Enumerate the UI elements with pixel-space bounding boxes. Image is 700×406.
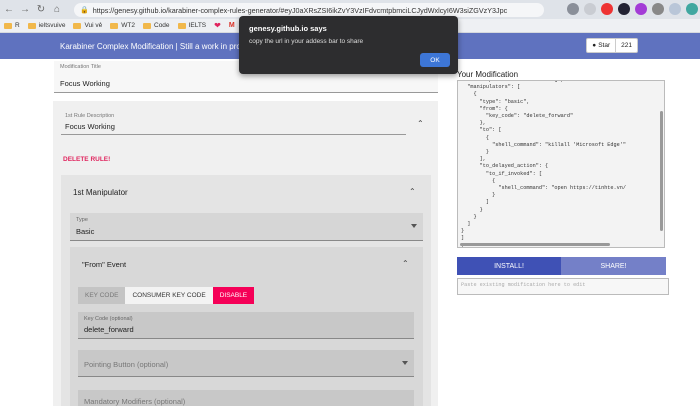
consumer-key-code-button[interactable]: CONSUMER KEY CODE xyxy=(125,287,213,304)
back-icon[interactable]: ← xyxy=(2,3,16,17)
home-icon[interactable]: ⌂ xyxy=(50,3,64,17)
output-panel: Your Modification "description": "Focus … xyxy=(450,59,700,406)
github-icon: ● xyxy=(592,42,597,49)
extension-teal-icon[interactable] xyxy=(686,3,698,15)
modification-title-value: Focus Working xyxy=(60,79,110,88)
manipulator-card: 1st Manipulator ⌃ Type Basic "From" Even… xyxy=(61,175,431,406)
pointing-button-select[interactable]: Pointing Button (optional) xyxy=(78,350,414,377)
folder-icon xyxy=(143,22,151,29)
bookmark-wt2[interactable]: WT2 xyxy=(110,22,135,29)
dropdown-arrow-icon xyxy=(411,224,417,228)
extensions-menu-icon[interactable] xyxy=(652,3,664,15)
chevron-up-icon[interactable]: ⌃ xyxy=(417,119,424,128)
dropdown-arrow-icon xyxy=(402,361,408,365)
bookmark-gmail[interactable]: M xyxy=(229,22,235,29)
rule-description-field[interactable]: 1st Rule Description Focus Working xyxy=(61,107,406,135)
paste-modification-input[interactable]: Paste existing modification here to edit xyxy=(457,278,669,295)
folder-icon xyxy=(177,22,186,29)
json-output[interactable]: "description": "Focus Working", "manipul… xyxy=(457,80,665,248)
dialog-title: genesy.github.io says xyxy=(249,24,327,33)
manipulator-title: 1st Manipulator xyxy=(73,188,128,197)
json-code: "description": "Focus Working", "manipul… xyxy=(461,80,626,247)
rule-description-value: Focus Working xyxy=(65,122,115,131)
vertical-scrollbar[interactable] xyxy=(660,111,663,231)
alert-dialog: genesy.github.io says copy the url in yo… xyxy=(239,16,458,74)
folder-icon xyxy=(110,22,119,29)
bookmark-ieltsvuive[interactable]: ieltsvuive xyxy=(27,22,65,29)
key-code-button[interactable]: KEY CODE xyxy=(78,287,126,304)
bookmark-code[interactable]: Code xyxy=(143,22,170,29)
horizontal-scrollbar[interactable] xyxy=(460,243,610,246)
disable-button[interactable]: DISABLE xyxy=(212,287,255,304)
rule-editor: Modification Title Focus Working 1st Rul… xyxy=(0,59,450,406)
folder-icon xyxy=(27,22,36,29)
heart-icon: ❤ xyxy=(214,21,221,30)
page-title: Karabiner Complex Modification | Still a… xyxy=(60,41,241,51)
rule-card: 1st Rule Description Focus Working ⌃ DEL… xyxy=(53,101,438,406)
reload-icon[interactable]: ↻ xyxy=(34,3,48,17)
chevron-up-icon[interactable]: ⌃ xyxy=(409,187,416,196)
address-bar[interactable]: 🔒 https://genesy.github.io/karabiner-com… xyxy=(74,3,544,17)
key-type-toggle: KEY CODE CONSUMER KEY CODE DISABLE xyxy=(78,287,255,304)
type-select[interactable]: Type Basic xyxy=(70,213,423,241)
extension-red-icon[interactable] xyxy=(601,3,613,15)
profile-avatar[interactable] xyxy=(669,3,681,15)
share-page-icon[interactable] xyxy=(567,3,579,15)
delete-rule-button[interactable]: DELETE RULE! xyxy=(63,156,110,163)
extension-si-icon[interactable] xyxy=(618,3,630,15)
lock-icon: 🔒 xyxy=(80,7,89,14)
app-header-right: ● Star 221 xyxy=(450,33,700,59)
bookmark-heart[interactable]: ❤ xyxy=(214,21,221,30)
folder-icon xyxy=(73,22,82,29)
star-count: 221 xyxy=(621,42,632,49)
github-star-button[interactable]: ● Star 221 xyxy=(586,38,638,53)
folder-icon xyxy=(4,22,12,29)
mandatory-modifiers-select[interactable]: Mandatory Modifiers (optional) xyxy=(78,390,414,406)
install-button[interactable]: INSTALL! xyxy=(457,257,561,275)
share-button[interactable]: SHARE! xyxy=(561,257,666,275)
from-event-title: "From" Event xyxy=(82,260,127,269)
bookmark-vui-ve[interactable]: Vui vẻ xyxy=(73,22,102,29)
key-code-field[interactable]: Key Code (optional) delete_forward xyxy=(78,312,414,339)
chevron-up-icon[interactable]: ⌃ xyxy=(402,259,409,268)
dialog-ok-button[interactable]: OK xyxy=(420,53,450,67)
dialog-message: copy the url in your addess bar to share xyxy=(249,38,364,45)
from-event-card: "From" Event ⌃ KEY CODE CONSUMER KEY COD… xyxy=(70,247,423,406)
bookmark-ielts[interactable]: IELTS xyxy=(177,22,206,29)
forward-icon[interactable]: → xyxy=(18,3,32,17)
bookmark-r[interactable]: R xyxy=(4,22,20,29)
star-page-icon[interactable] xyxy=(584,3,596,15)
extension-icons xyxy=(567,3,698,15)
key-code-value: delete_forward xyxy=(84,325,134,334)
gmail-icon: M xyxy=(228,22,235,29)
extension-purple-icon[interactable] xyxy=(635,3,647,15)
output-heading: Your Modification xyxy=(457,70,519,79)
url-text: https://genesy.github.io/karabiner-compl… xyxy=(92,5,508,15)
